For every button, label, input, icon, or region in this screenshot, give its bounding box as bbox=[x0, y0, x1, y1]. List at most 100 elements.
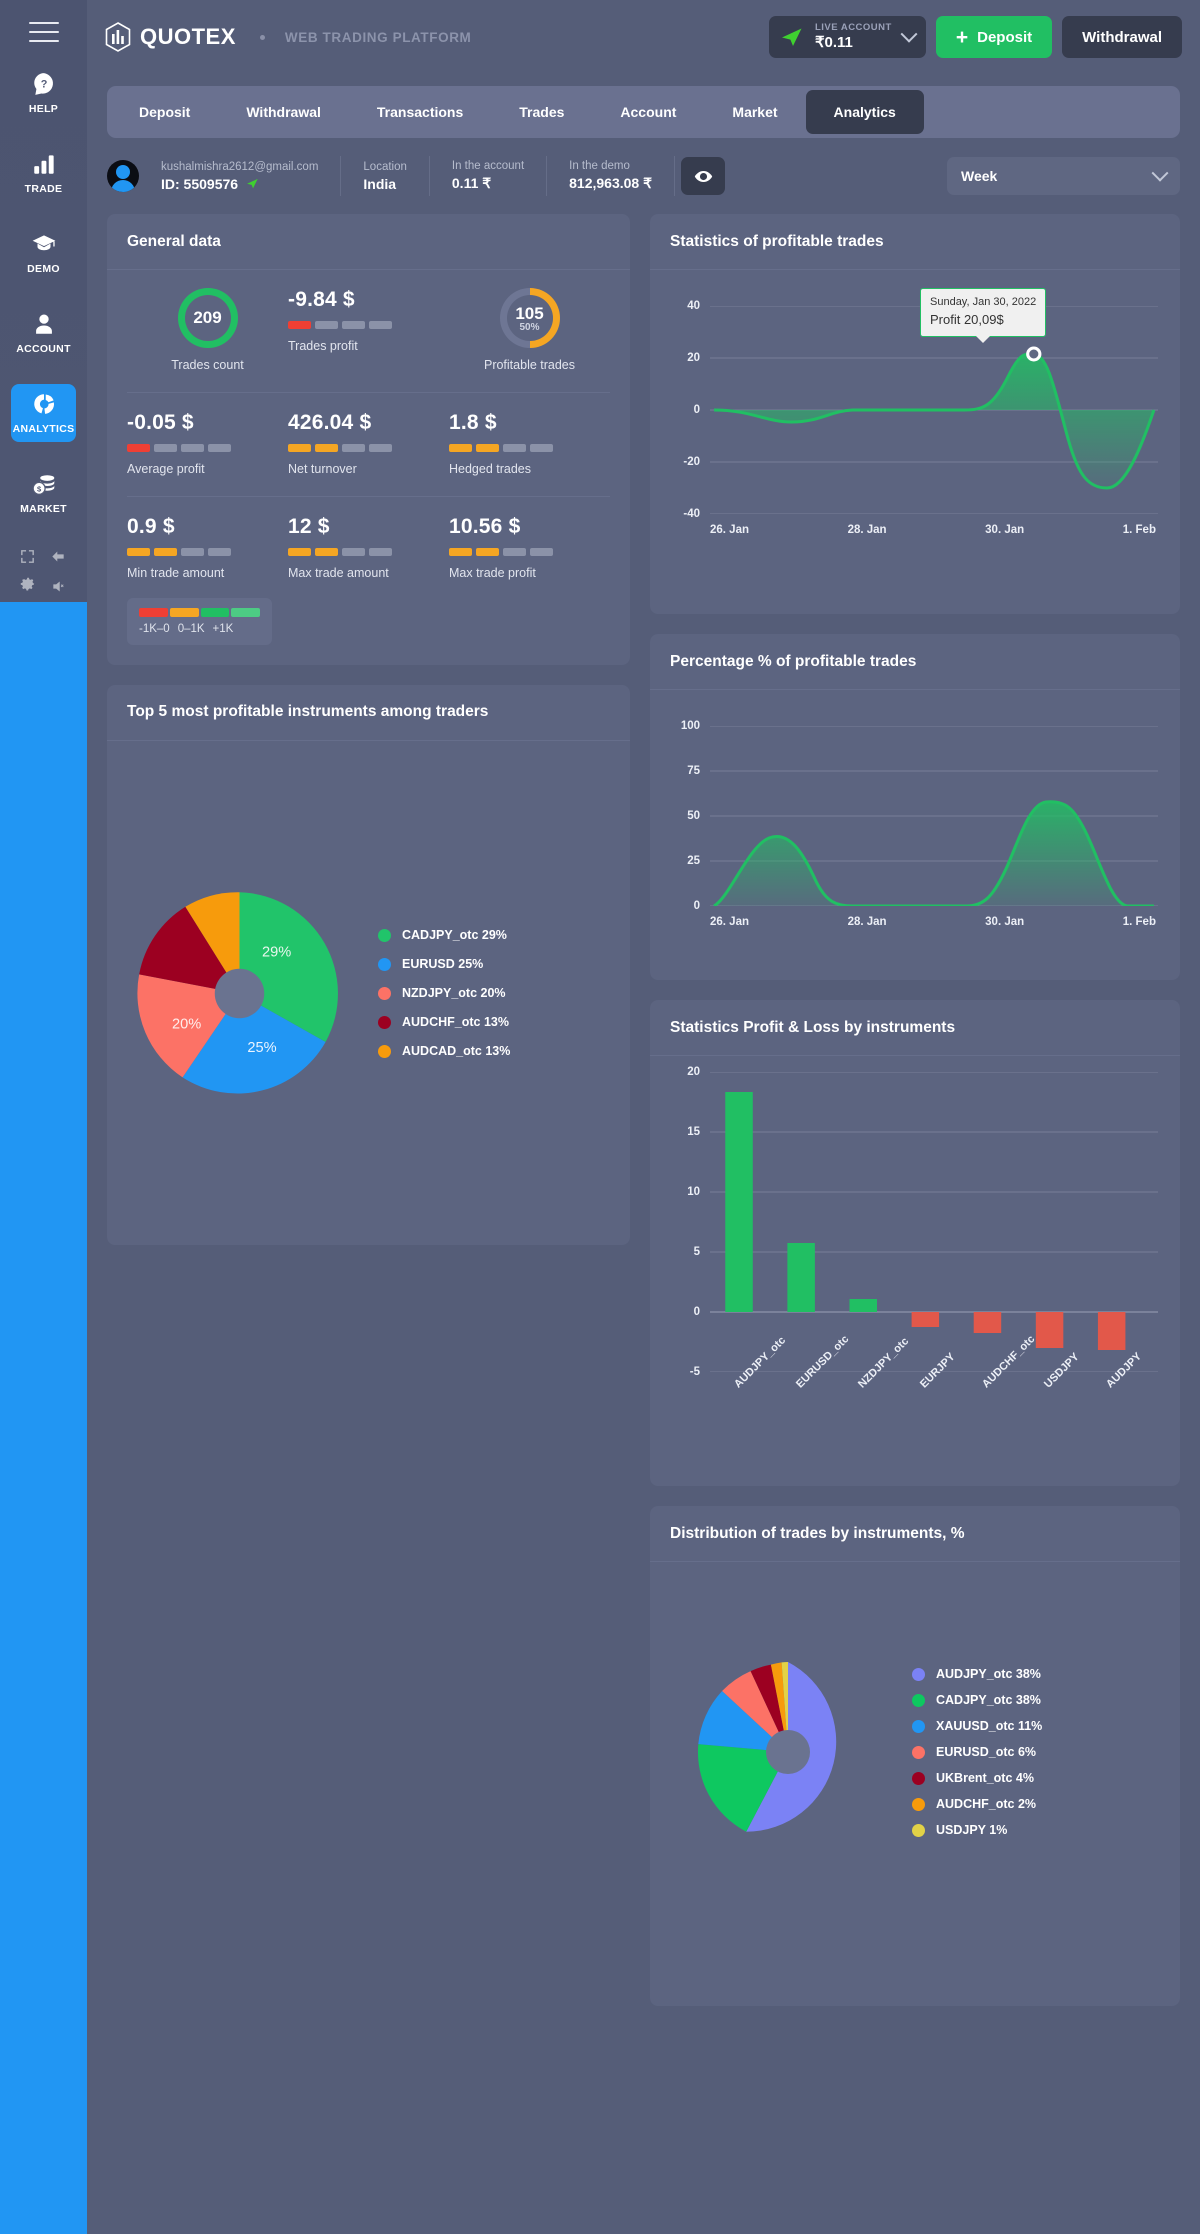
x-tick: 26. Jan bbox=[710, 916, 749, 928]
arrow-left-icon[interactable] bbox=[48, 548, 68, 565]
legend-item[interactable]: NZDJPY_otc 20% bbox=[378, 986, 510, 1000]
sidebar-item-label: ACCOUNT bbox=[16, 343, 71, 355]
deposit-button[interactable]: + Deposit bbox=[935, 16, 1053, 58]
sidebar-item-label: HELP bbox=[28, 103, 59, 115]
sidebar-item-market[interactable]: $ MARKET bbox=[11, 464, 76, 522]
x-tick: 30. Jan bbox=[985, 524, 1025, 536]
in-account-label: In the account bbox=[451, 160, 525, 172]
fullscreen-icon[interactable] bbox=[19, 548, 36, 565]
bar bbox=[973, 1312, 1002, 1333]
legend-color-dot bbox=[912, 1823, 925, 1837]
user-info-bar: kushalmishra2612@gmail.com ID: 5509576 L… bbox=[107, 152, 1180, 200]
legend-label: XAUUSD_otc 11% bbox=[936, 1719, 1043, 1733]
stat-max-trade-amount: 12 $ Max trade amount bbox=[288, 515, 449, 582]
tooltip-line-2: Profit 20,09$ bbox=[930, 311, 1004, 327]
y-tick: 75 bbox=[687, 765, 700, 777]
x-tick: 26. Jan bbox=[710, 524, 749, 536]
coins-icon: $ bbox=[32, 475, 54, 495]
legend-item[interactable]: AUDCHF_otc 2% bbox=[912, 1797, 1042, 1811]
legend-label: AUDCAD_otc 13% bbox=[402, 1044, 511, 1059]
main-content: Deposit Withdrawal Transactions Trades A… bbox=[87, 74, 1200, 2234]
y-tick: 15 bbox=[687, 1126, 700, 1138]
stat-caption: Max trade profit bbox=[449, 565, 536, 580]
brand-logo[interactable]: QUOTEX bbox=[105, 22, 236, 52]
x-tick: 28. Jan bbox=[847, 916, 887, 928]
legend-item[interactable]: USDJPY 1% bbox=[912, 1823, 1042, 1837]
tab-bar: Deposit Withdrawal Transactions Trades A… bbox=[107, 86, 1180, 138]
paper-plane-icon bbox=[247, 178, 258, 188]
card-title: Statistics Profit & Loss by instruments bbox=[650, 1000, 1180, 1056]
bar bbox=[1097, 1312, 1126, 1350]
stat-value: 209 bbox=[193, 308, 222, 327]
stat-caption: Hedged trades bbox=[449, 461, 532, 476]
tab-deposit[interactable]: Deposit bbox=[111, 90, 218, 134]
level-bars bbox=[127, 547, 231, 556]
y-tick: -5 bbox=[689, 1366, 700, 1378]
in-demo-label: In the demo bbox=[569, 160, 630, 172]
legend-item[interactable]: AUDCHF_otc 13% bbox=[378, 1015, 510, 1029]
y-axis-labels: 40 20 0 -20 -40 bbox=[670, 300, 700, 520]
chart-bars-icon bbox=[33, 155, 54, 174]
account-balance: ₹0.11 bbox=[814, 33, 853, 51]
legend-label: USDJPY 1% bbox=[936, 1823, 1008, 1837]
distribution-pie-wrap: AUDJPY_otc 38% CADJPY_otc 38% XAUUSD_otc… bbox=[670, 1652, 1160, 1852]
stat-caption: Max trade amount bbox=[288, 565, 389, 580]
general-row-1: 209 Trades count -9.84 $ Trades profit 1… bbox=[127, 288, 610, 374]
level-bars bbox=[288, 321, 392, 329]
level-bars bbox=[449, 443, 553, 452]
toggle-balance-visibility-button[interactable] bbox=[681, 157, 726, 195]
legend-item[interactable]: XAUUSD_otc 11% bbox=[912, 1719, 1042, 1733]
distribution-pie-chart bbox=[697, 1662, 837, 1832]
in-account-cell: In the account 0.11 ₹ bbox=[430, 156, 548, 196]
tab-market[interactable]: Market bbox=[704, 90, 805, 134]
tab-account[interactable]: Account bbox=[592, 90, 704, 134]
sidebar-item-help[interactable]: ? HELP bbox=[11, 64, 76, 122]
y-axis-labels: 20 15 10 5 0 -5 bbox=[670, 1066, 700, 1378]
divider bbox=[127, 391, 610, 393]
legend-item[interactable]: EURUSD 25% bbox=[378, 957, 510, 971]
right-column: Statistics of profitable trades 40 20 0 … bbox=[650, 214, 1180, 2006]
sidebar-item-account[interactable]: ACCOUNT bbox=[11, 304, 76, 362]
period-select[interactable]: Week bbox=[947, 157, 1180, 195]
y-tick: 5 bbox=[693, 1246, 700, 1258]
gear-icon[interactable] bbox=[18, 577, 37, 596]
legend-item[interactable]: CADJPY_otc 38% bbox=[912, 1693, 1042, 1707]
legend-item[interactable]: AUDJPY_otc 38% bbox=[912, 1667, 1042, 1681]
sidebar-item-analytics[interactable]: ANALYTICS bbox=[11, 384, 76, 442]
legend-item[interactable]: UKBrent_otc 4% bbox=[912, 1771, 1042, 1785]
withdrawal-button[interactable]: Withdrawal bbox=[1062, 16, 1182, 58]
percentage-profitable-plot: 100 75 50 25 0 26. Jan 28. Jan 30. Jan 1… bbox=[670, 720, 1160, 941]
pie-slice-label: 20% bbox=[172, 1016, 201, 1032]
stat-profitable-trades: 105 50% Profitable trades bbox=[449, 288, 610, 374]
user-id: ID: 5509576 bbox=[161, 176, 318, 192]
scale-legend: -1K–0 0–1K +1K bbox=[127, 597, 272, 645]
sidebar-item-demo[interactable]: DEMO bbox=[11, 224, 76, 282]
scale-legend-label: 0–1K bbox=[177, 622, 205, 635]
mute-icon[interactable] bbox=[49, 578, 69, 595]
tab-trades[interactable]: Trades bbox=[491, 90, 592, 134]
legend-color-dot bbox=[912, 1771, 925, 1785]
legend-item[interactable]: AUDCAD_otc 13% bbox=[378, 1044, 510, 1058]
in-demo-value: 812,963.08 ₹ bbox=[569, 175, 653, 191]
sidebar-item-trade[interactable]: TRADE bbox=[11, 144, 76, 202]
x-tick: 28. Jan bbox=[847, 524, 887, 536]
user-identity-cell: kushalmishra2612@gmail.com ID: 5509576 bbox=[139, 156, 342, 196]
legend-item[interactable]: CADJPY_otc 29% bbox=[378, 928, 510, 942]
scale-legend-label: +1K bbox=[212, 622, 234, 635]
profit-loss-card: Statistics Profit & Loss by instruments … bbox=[650, 1000, 1180, 1486]
legend-item[interactable]: EURUSD_otc 6% bbox=[912, 1745, 1042, 1759]
general-row-3: 0.9 $ Min trade amount 12 $ Max trade am… bbox=[127, 515, 610, 582]
top5-pie-chart: 29% 25% 20% bbox=[137, 891, 338, 1094]
tab-withdrawal[interactable]: Withdrawal bbox=[218, 90, 349, 134]
legend-color-dot bbox=[378, 1044, 391, 1058]
legend-label: CADJPY_otc 38% bbox=[936, 1693, 1041, 1707]
general-row-2: -0.05 $ Average profit 426.04 $ Net turn… bbox=[127, 411, 610, 478]
account-selector[interactable]: LIVE ACCOUNT ₹0.11 bbox=[768, 16, 926, 58]
tab-analytics[interactable]: Analytics bbox=[805, 90, 924, 134]
dashboard-grid: General data 209 Trades count -9.84 $ Tr… bbox=[107, 214, 1180, 2006]
tooltip-line-1: Sunday, Jan 30, 2022 bbox=[930, 296, 1037, 308]
tab-transactions[interactable]: Transactions bbox=[349, 90, 491, 134]
y-tick: 40 bbox=[687, 300, 700, 312]
menu-burger-icon[interactable] bbox=[28, 22, 59, 42]
legend-color-dot bbox=[378, 1015, 391, 1029]
